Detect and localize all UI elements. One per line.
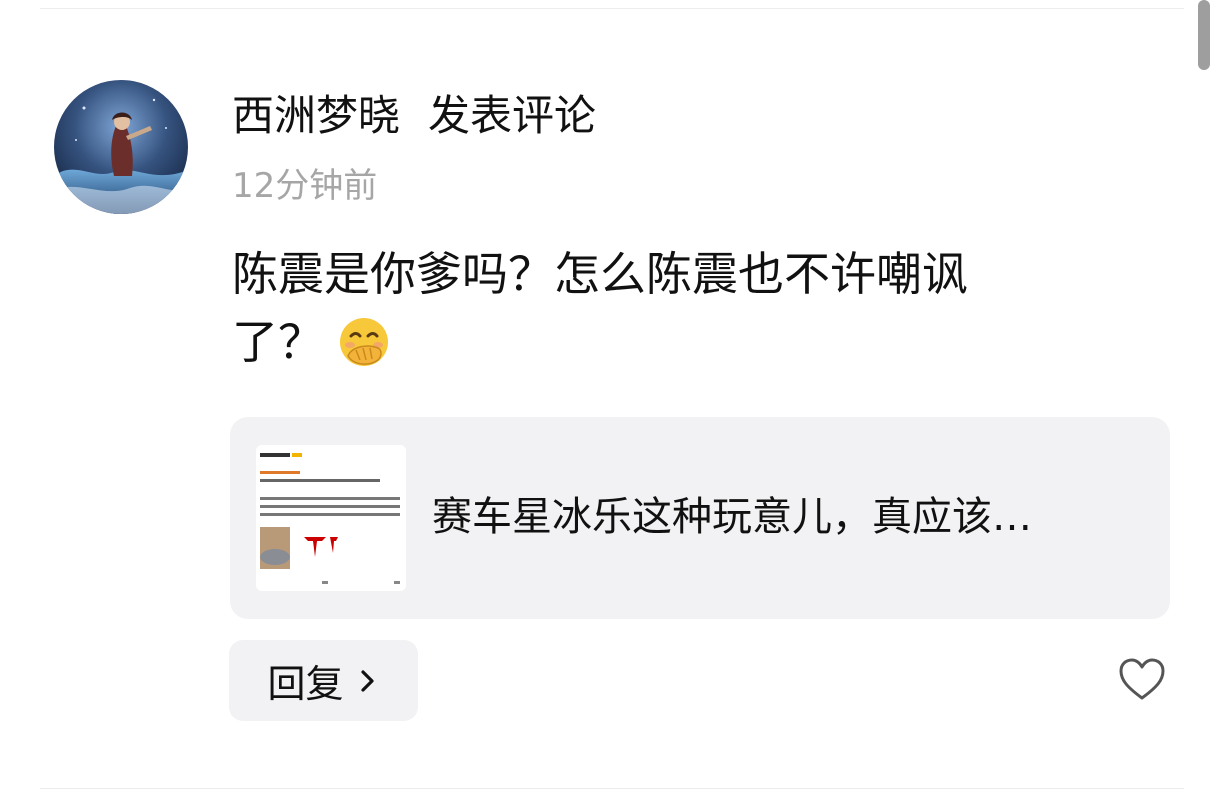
quoted-post-card[interactable]: 赛车星冰乐这种玩意儿，真应该… (230, 417, 1170, 619)
scrollbar[interactable] (1198, 0, 1210, 70)
avatar-image (54, 80, 188, 214)
comment-line-1: 陈震是你爹吗？怎么陈震也不许嘲讽 (232, 247, 968, 301)
top-divider (40, 8, 1184, 9)
comment-line-2: 了？ (232, 308, 1132, 376)
face-with-hand-over-mouth-icon (340, 318, 388, 366)
avatar[interactable] (54, 80, 188, 214)
comment-line-2-text: 了？ (232, 315, 324, 369)
chevron-right-icon (360, 669, 374, 692)
heart-icon[interactable] (1117, 655, 1167, 705)
action-label: 发表评论 (428, 91, 597, 140)
comment-text: 陈震是你爹吗？怎么陈震也不许嘲讽 了？ (232, 240, 1132, 376)
reply-label: 回复 (267, 662, 344, 706)
author-name[interactable]: 西洲梦晓 (232, 88, 400, 144)
quoted-post-title: 赛车星冰乐这种玩意儿，真应该… (432, 494, 1032, 540)
thumbnail-image (256, 445, 406, 591)
bottom-divider (40, 788, 1184, 789)
comment-header: 西洲梦晓 发表评论 (232, 88, 596, 144)
reply-button[interactable]: 回复 (229, 640, 418, 721)
quoted-post-thumbnail (256, 445, 406, 591)
comment-time: 12分钟前 (232, 166, 378, 206)
